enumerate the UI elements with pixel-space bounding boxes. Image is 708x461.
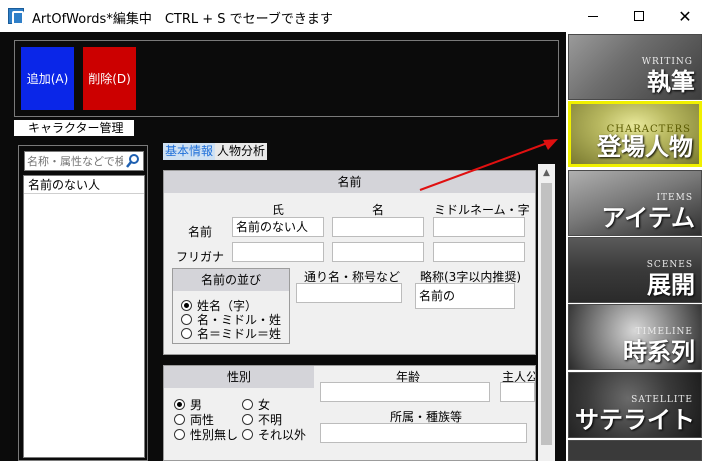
- radio-selected-icon: [174, 399, 185, 410]
- list-item[interactable]: 名前のない人: [24, 176, 144, 194]
- radio-icon: [174, 414, 185, 425]
- nav-timeline[interactable]: TIMELINE 時系列: [568, 304, 702, 370]
- minimize-icon: [588, 15, 598, 17]
- app-icon: [8, 8, 24, 25]
- tab-character-analysis[interactable]: 人物分析: [215, 143, 268, 160]
- gender-option-4[interactable]: 性別無し: [174, 426, 238, 443]
- arrow-annotation: [419, 139, 558, 191]
- maximize-icon: [634, 11, 644, 21]
- character-list-panel: 名前のない人: [18, 145, 148, 461]
- section-nav: WRITING 執筆 CHARACTERS 登場人物 ITEMS アイテム SC…: [566, 32, 708, 461]
- middle-name-column-label: ミドルネーム・字: [434, 203, 530, 217]
- affiliation-field[interactable]: [320, 423, 527, 443]
- toolbar: 追加(A) 削除(D): [14, 40, 559, 117]
- window-title: ArtOfWords*編集中 CTRL + S でセーブできます: [32, 12, 333, 27]
- nav-characters[interactable]: CHARACTERS 登場人物: [568, 101, 702, 167]
- short-name-field[interactable]: 名前の: [415, 283, 515, 309]
- add-button[interactable]: 追加(A): [21, 47, 74, 110]
- search-icon[interactable]: [125, 153, 141, 169]
- title-bar: ArtOfWords*編集中 CTRL + S でセーブできます ✕: [0, 0, 708, 32]
- maximize-button[interactable]: [616, 0, 662, 32]
- attribute-panel: 性別 男 女 両性 不明 性別無し それ以外 年齢 主人公 所属・種族等: [163, 365, 536, 461]
- nav-scenes[interactable]: SCENES 展開: [568, 237, 702, 303]
- character-list: 名前のない人: [23, 175, 145, 458]
- close-button[interactable]: ✕: [662, 0, 708, 32]
- given-name-column-label: 名: [372, 203, 385, 217]
- close-icon: ✕: [678, 6, 692, 26]
- delete-button[interactable]: 削除(D): [83, 47, 136, 110]
- furigana-middle-field[interactable]: [433, 242, 525, 262]
- tab-basic-info[interactable]: 基本情報: [163, 143, 216, 160]
- radio-icon: [242, 429, 253, 440]
- search-box: [24, 151, 144, 171]
- radio-icon: [242, 399, 253, 410]
- gender-box: 性別 男 女 両性 不明 性別無し それ以外: [164, 366, 314, 461]
- protagonist-field[interactable]: [500, 382, 535, 402]
- radio-selected-icon: [181, 300, 192, 311]
- nav-writing[interactable]: WRITING 執筆: [568, 34, 702, 100]
- nav-satellite[interactable]: SATELLITE サテライト: [568, 372, 702, 438]
- radio-icon: [181, 328, 192, 339]
- surname-column-label: 氏: [272, 203, 285, 217]
- middle-name-field[interactable]: [433, 217, 525, 237]
- nav-items[interactable]: ITEMS アイテム: [568, 170, 702, 236]
- surname-field[interactable]: 名前のない人: [232, 217, 324, 237]
- minimize-button[interactable]: [570, 0, 616, 32]
- scroll-thumb[interactable]: [541, 183, 552, 445]
- given-name-field[interactable]: [332, 217, 424, 237]
- name-row-label: 名前: [188, 225, 213, 239]
- gender-title: 性別: [164, 366, 314, 388]
- radio-icon: [174, 429, 185, 440]
- furigana-given-field[interactable]: [332, 242, 424, 262]
- name-order-option-2[interactable]: 名＝ミドル＝姓: [181, 325, 281, 342]
- name-order-title: 名前の並び: [173, 269, 289, 291]
- furigana-surname-field[interactable]: [232, 242, 324, 262]
- name-order-box: 名前の並び 姓名（字） 名・ミドル・姓 名＝ミドル＝姓: [172, 268, 290, 344]
- vertical-scrollbar[interactable]: ▲: [538, 164, 555, 461]
- furigana-row-label: フリガナ: [176, 250, 225, 264]
- radio-icon: [181, 314, 192, 325]
- radio-icon: [242, 414, 253, 425]
- tab-bar: 基本情報 人物分析: [163, 143, 268, 160]
- gender-option-5[interactable]: それ以外: [242, 426, 306, 443]
- search-input[interactable]: [27, 153, 123, 169]
- age-field[interactable]: [320, 382, 490, 402]
- character-group-label: キャラクター管理: [14, 120, 134, 136]
- nav-more[interactable]: [568, 440, 702, 461]
- alias-field[interactable]: [296, 283, 402, 303]
